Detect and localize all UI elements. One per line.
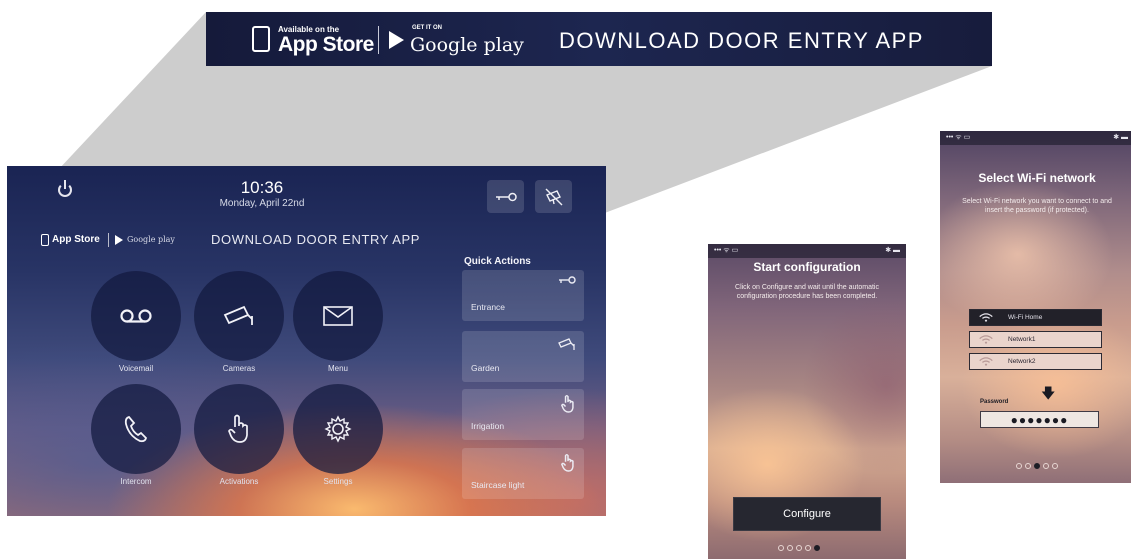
phone-select-wifi: ••• ᯤ ▭ ✱ ▬ Select Wi-Fi network Select … [940,131,1131,483]
envelope-icon [323,306,353,326]
wifi-icon [979,357,993,366]
hand-pointer-icon [228,414,248,443]
page-dot [1043,463,1049,469]
device-appstore-badge[interactable]: App Store [52,234,100,245]
hand-pointer-icon [561,394,574,413]
page-dot [1025,463,1031,469]
device-download-title: DOWNLOAD DOOR ENTRY APP [211,232,421,247]
wifi-network-name: Network1 [1008,336,1036,343]
quick-action-label: Entrance [471,302,506,312]
google-play-icon [389,31,404,49]
wifi-icon [979,313,993,322]
wifi-icon [979,335,993,344]
device-screen: 10:36 Monday, April 22nd App Store Googl… [7,166,606,516]
wifi-network-row[interactable]: Network1 [969,331,1102,348]
status-bar: ••• ᯤ ▭ ✱ ▬ [708,244,906,258]
clock-time: 10:36 [240,178,284,197]
wifi-network-name: Network2 [1008,358,1036,365]
gear-icon [324,415,352,443]
activations-button[interactable] [194,384,284,474]
camera-off-button[interactable] [535,180,572,213]
key-icon [559,276,576,284]
camera-icon [558,338,575,350]
quick-action-label: Garden [471,363,500,373]
page-dot-active [814,545,820,551]
start-config-title: Start configuration [753,260,861,274]
settings-label: Settings [323,477,353,486]
hand-pointer-icon [561,453,574,472]
quick-action-staircase-light[interactable]: Staircase light [462,448,584,499]
googleplay-badge[interactable]: Google play [410,34,524,56]
phone-icon [124,415,147,443]
lock-key-button[interactable] [487,180,524,213]
page-indicator [778,545,820,551]
quick-action-label: Staircase light [471,480,525,490]
activations-label: Activations [219,477,259,486]
cameras-label: Cameras [222,364,256,373]
quick-action-label: Irrigation [471,421,505,431]
cameras-button[interactable] [194,271,284,361]
wifi-network-row[interactable]: Network2 [969,353,1102,370]
quick-action-entrance[interactable]: Entrance [462,270,584,321]
page-dot [1052,463,1058,469]
device-google-play-icon [115,235,123,245]
start-config-description: Click on Configure and wait until the au… [735,284,879,300]
camera-icon [223,305,253,325]
appstore-small-icon [41,234,49,246]
password-label: Password [980,399,1009,405]
download-banner: Available on the App Store GET IT ON Goo… [206,12,992,66]
battery-icon: ✱ ▬ [885,247,900,254]
page-indicator [1016,463,1058,469]
phone-icon-outline [252,26,270,52]
intercom-button[interactable] [91,384,181,474]
wifi-network-name: Wi-Fi Home [1008,314,1043,321]
signal-icon: ••• ᯤ ▭ [714,247,739,254]
clock-date: Monday, April 22nd [219,198,305,209]
googleplay-small-label: GET IT ON [412,25,442,31]
phone-start-configuration: ••• ᯤ ▭ ✱ ▬ Start configuration Click on… [708,244,906,559]
select-wifi-title: Select Wi-Fi network [978,171,1096,185]
device-badge-separator [108,233,109,247]
download-title: DOWNLOAD DOOR ENTRY APP [559,28,924,53]
status-bar: ••• ᯤ ▭ ✱ ▬ [940,131,1131,145]
page-dot [1016,463,1022,469]
select-wifi-description: Select Wi-Fi network you want to connect… [962,198,1112,214]
stage: Available on the App Store GET IT ON Goo… [0,0,1131,559]
signal-icon: ••• ᯤ ▭ [946,134,971,141]
intercom-label: Intercom [120,477,152,486]
voicemail-icon [120,309,152,323]
camera-off-icon [545,188,562,205]
device-googleplay-badge[interactable]: Google play [127,235,175,244]
voicemail-label: Voicemail [118,364,154,373]
arrow-down-icon: 🡇 [1041,385,1056,401]
wifi-network-row[interactable]: Wi-Fi Home [969,309,1102,326]
power-icon-stem [64,180,66,189]
password-input[interactable]: ●●●●●●● [980,411,1099,428]
battery-icon: ✱ ▬ [1113,134,1128,141]
configure-button[interactable]: Configure [733,497,881,531]
page-dot [796,545,802,551]
badge-separator [378,26,379,54]
voicemail-button[interactable] [91,271,181,361]
quick-action-irrigation[interactable]: Irrigation [462,389,584,440]
quick-action-garden[interactable]: Garden [462,331,584,382]
page-dot-active [1034,463,1040,469]
menu-button[interactable] [293,271,383,361]
page-dot [805,545,811,551]
page-dot [787,545,793,551]
lock-key-icon [495,192,517,201]
appstore-badge[interactable]: App Store [278,33,374,57]
settings-button[interactable] [293,384,383,474]
quick-actions-title: Quick Actions [464,256,531,267]
menu-label: Menu [327,364,348,373]
page-dot [778,545,784,551]
